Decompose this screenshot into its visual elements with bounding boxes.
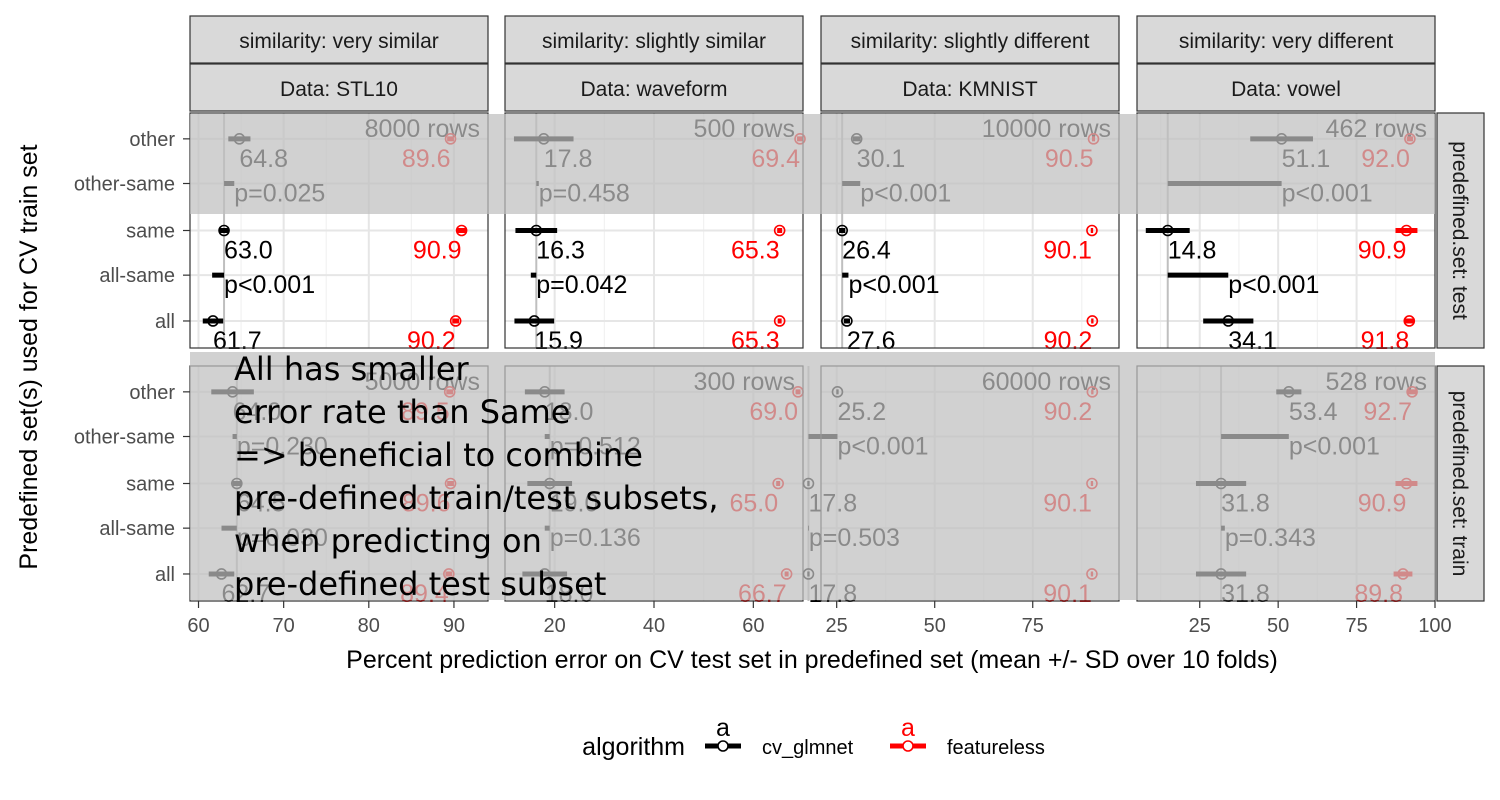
p-value-label: p=0.042 xyxy=(536,271,627,299)
p-value-label: p<0.001 xyxy=(848,271,939,299)
mean-label: 90.2 xyxy=(1044,327,1093,355)
annotation-text: pre-defined train/test subsets, xyxy=(234,479,719,517)
y-tick-label: all xyxy=(155,564,175,586)
y-tick-label: all xyxy=(155,311,175,333)
x-axis-title: Percent prediction error on CV test set … xyxy=(346,646,1278,674)
x-tick-label: 25 xyxy=(826,615,848,637)
mean-label: 90.1 xyxy=(1043,237,1092,265)
y-tick-label: same xyxy=(126,474,175,496)
y-tick-label: other-same xyxy=(74,427,175,449)
strip-data-label: Data: waveform xyxy=(580,78,727,101)
mean-label: 26.4 xyxy=(842,237,891,265)
annotation-text: All has smaller xyxy=(234,350,470,388)
legend-key-point xyxy=(717,740,729,752)
mean-label: 63.0 xyxy=(224,237,273,265)
strip-similarity-label: similarity: very similar xyxy=(239,30,439,53)
x-tick-label: 40 xyxy=(643,615,665,637)
strip-row-label: predefined.set: test xyxy=(1448,141,1471,320)
x-tick-label: 90 xyxy=(443,615,465,637)
chart: similarity: very similar Data: STL10 simil… xyxy=(15,15,1485,761)
overlay-box xyxy=(190,352,1435,600)
mean-label: 34.1 xyxy=(1228,327,1277,355)
strip-similarity-label: similarity: very different xyxy=(1179,30,1394,53)
strip-similarity-label: similarity: slightly different xyxy=(851,30,1090,53)
overlay-box xyxy=(190,114,1435,214)
strip-data-label: Data: vowel xyxy=(1231,78,1341,101)
strip-data-label: Data: KMNIST xyxy=(902,78,1038,101)
mean-label: 27.6 xyxy=(847,327,896,355)
mean-label: 90.9 xyxy=(413,237,462,265)
annotation-text: when predicting on xyxy=(234,522,542,560)
x-tick-label: 75 xyxy=(1022,615,1044,637)
x-tick-label: 70 xyxy=(273,615,295,637)
mean-label: 90.9 xyxy=(1358,237,1407,265)
x-tick-label: 50 xyxy=(924,615,946,637)
y-tick-label: other-same xyxy=(74,174,175,196)
mean-label: 91.8 xyxy=(1361,327,1410,355)
y-tick-label: all-same xyxy=(99,518,175,540)
y-axis-title: Predefined set(s) used for CV train set xyxy=(15,144,43,569)
x-tick-label: 75 xyxy=(1345,615,1367,637)
strip-row-label: predefined.set: train xyxy=(1448,391,1471,577)
legend-item-label: featureless xyxy=(947,737,1045,759)
x-tick-label: 80 xyxy=(358,615,380,637)
x-tick-label: 60 xyxy=(742,615,764,637)
annotation-text: => beneficial to combine xyxy=(234,436,643,474)
y-tick-label: other xyxy=(129,129,175,151)
mean-label: 15.9 xyxy=(534,327,583,355)
legend-item-label: cv_glmnet xyxy=(762,737,854,759)
y-tick-label: all-same xyxy=(99,265,175,287)
annotation-text: error rate than Same xyxy=(234,393,570,431)
x-tick-label: 20 xyxy=(544,615,566,637)
p-value-label: p<0.001 xyxy=(1228,271,1319,299)
overlay-layer: All has smaller error rate than Same => be… xyxy=(190,114,1435,603)
x-tick-label: 60 xyxy=(187,615,209,637)
mean-label: 65.3 xyxy=(731,237,780,265)
legend-key-glyph: a xyxy=(716,714,730,742)
x-tick-label: 50 xyxy=(1267,615,1289,637)
annotation-text: pre-defined test subset xyxy=(234,565,606,603)
mean-label: 14.8 xyxy=(1168,237,1217,265)
mean-label: 16.3 xyxy=(536,237,585,265)
y-tick-label: other xyxy=(129,382,175,404)
mean-label: 65.3 xyxy=(731,327,780,355)
legend-key-glyph: a xyxy=(901,714,915,742)
x-tick-label: 100 xyxy=(1418,615,1451,637)
legend-key-point xyxy=(902,740,914,752)
strip-data-label: Data: STL10 xyxy=(280,78,398,101)
strip-similarity-label: similarity: slightly similar xyxy=(542,30,766,53)
y-tick-label: same xyxy=(126,221,175,243)
legend: algorithm a cv_glmnet a featureless xyxy=(582,714,1045,761)
legend-title: algorithm xyxy=(582,733,685,761)
p-value-label: p<0.001 xyxy=(224,271,315,299)
x-tick-label: 25 xyxy=(1189,615,1211,637)
